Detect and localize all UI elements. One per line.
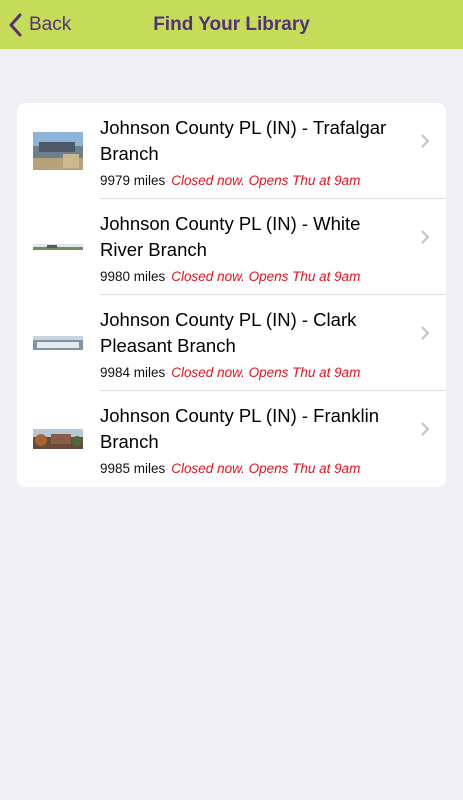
branch-name: Johnson County PL (IN) - Trafalgar Branc… <box>100 117 387 164</box>
page-title: Find Your Library <box>153 13 310 35</box>
branch-status: Closed now. Opens Thu at 9am <box>171 461 361 476</box>
branch-photo <box>33 199 83 295</box>
branch-distance: 9984 miles <box>100 365 166 380</box>
branch-status: Closed now. Opens Thu at 9am <box>171 365 361 380</box>
chevron-right-icon <box>421 230 429 244</box>
branch-name: Johnson County PL (IN) - Franklin Branch <box>100 405 379 452</box>
chevron-right-icon <box>421 326 429 340</box>
branch-status: Closed now. Opens Thu at 9am <box>171 173 361 188</box>
back-label: Back <box>29 13 72 35</box>
branch-distance: 9979 miles <box>100 173 166 188</box>
library-list: Johnson County PL (IN) - Trafalgar Branc… <box>17 103 446 487</box>
branch-status: Closed now. Opens Thu at 9am <box>171 269 361 284</box>
branch-name: Johnson County PL (IN) - White River Bra… <box>100 213 361 260</box>
branch-distance: 9980 miles <box>100 269 166 284</box>
branch-photo <box>33 295 83 391</box>
branch-photo <box>33 391 83 487</box>
library-row-clark-pleasant[interactable]: Johnson County PL (IN) - Clark Pleasant … <box>17 295 446 391</box>
chevron-left-icon <box>9 13 22 36</box>
chevron-right-icon <box>421 134 429 148</box>
branch-photo <box>33 103 83 199</box>
library-row-franklin[interactable]: Johnson County PL (IN) - Franklin Branch… <box>17 391 446 487</box>
branch-distance: 9985 miles <box>100 461 166 476</box>
library-row-trafalgar[interactable]: Johnson County PL (IN) - Trafalgar Branc… <box>17 103 446 199</box>
nav-bar: Back Find Your Library <box>0 0 463 49</box>
library-row-white-river[interactable]: Johnson County PL (IN) - White River Bra… <box>17 199 446 295</box>
chevron-right-icon <box>421 422 429 436</box>
branch-name: Johnson County PL (IN) - Clark Pleasant … <box>100 309 357 356</box>
back-button[interactable]: Back <box>8 0 71 49</box>
